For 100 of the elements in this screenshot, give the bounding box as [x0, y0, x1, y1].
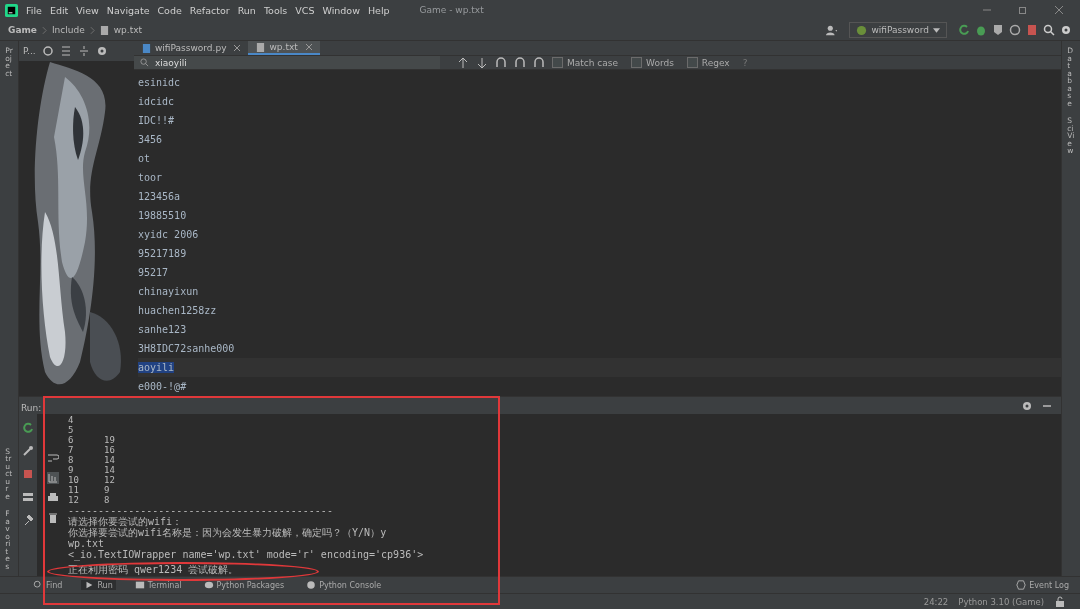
rerun-icon[interactable] — [22, 422, 34, 434]
stop-icon[interactable] — [22, 468, 34, 480]
menu-item[interactable]: Navigate — [106, 4, 150, 16]
code-line: chinayixun — [138, 286, 199, 297]
tool-window-button[interactable]: Terminal — [131, 580, 185, 590]
separator-line: -------------------------------------------- — [68, 505, 333, 516]
code-line: idcidc — [138, 96, 175, 107]
project-view-dropdown[interactable]: P... — [23, 46, 36, 56]
caret-position[interactable]: 24:22 — [923, 596, 949, 607]
pin-icon[interactable] — [22, 514, 34, 526]
output-cell-text: 9 — [68, 465, 75, 475]
app-logo-icon — [5, 3, 18, 17]
close-icon[interactable] — [234, 45, 241, 52]
expand-icon[interactable] — [59, 45, 72, 57]
code-line: 19885510 — [138, 210, 187, 221]
checkbox-label: Match case — [567, 57, 618, 68]
settings-icon[interactable] — [95, 45, 108, 57]
down-arrow-icon[interactable] — [476, 56, 488, 69]
menu-item[interactable]: Window — [322, 4, 360, 16]
wrap-icon[interactable] — [46, 452, 59, 464]
code-line: 3H8IDC72sanhe000 — [138, 343, 235, 354]
search-field[interactable]: xiaoyili — [134, 56, 440, 69]
menu-item[interactable]: View — [76, 4, 99, 16]
breadcrumb[interactable]: Include — [51, 25, 85, 35]
close-icon[interactable] — [1054, 5, 1064, 15]
rerun-icon[interactable] — [958, 24, 970, 36]
tool-window-button[interactable]: Python Packages — [200, 580, 288, 590]
file-tab[interactable]: wp.txt — [248, 41, 320, 56]
chevron-icon — [89, 25, 95, 35]
code-line: 3456 — [138, 134, 163, 145]
code-line: xyidc 2006 — [138, 229, 199, 240]
find-option-icon[interactable] — [533, 56, 545, 69]
settings-icon[interactable] — [1021, 399, 1033, 412]
console-line: wp.txt — [68, 538, 105, 549]
output-cell-text: 4 — [68, 415, 75, 425]
tool-window-button[interactable]: Run — [81, 580, 116, 590]
tool-window-icon — [203, 580, 214, 590]
output-cell-text: 16 — [104, 445, 116, 455]
window-title: Game - wp.txt — [419, 5, 484, 15]
search-icon — [140, 58, 149, 68]
tool-window-icon — [33, 580, 43, 590]
python-file-icon — [856, 24, 868, 36]
file-icon — [256, 41, 266, 53]
checkbox[interactable] — [686, 57, 698, 69]
code-line: IDC!!# — [138, 115, 175, 126]
wrench-icon[interactable] — [22, 445, 34, 457]
output-cell-text: 12 — [68, 495, 80, 505]
output-cell-text: 10 — [68, 475, 80, 485]
run-configuration-dropdown[interactable]: wifiPassword — [849, 22, 947, 38]
coverage-icon[interactable] — [992, 24, 1004, 36]
restore-icon[interactable] — [1018, 5, 1028, 15]
menu-item[interactable]: Code — [157, 4, 182, 16]
breadcrumb[interactable]: Game — [8, 25, 37, 35]
trash-icon[interactable] — [46, 512, 59, 524]
tool-window-icon — [306, 580, 317, 590]
checkbox[interactable] — [631, 57, 642, 69]
checkbox[interactable] — [552, 57, 563, 69]
print-icon[interactable] — [46, 492, 59, 504]
event-log-icon — [1016, 580, 1027, 590]
user-icon[interactable] — [826, 24, 839, 36]
stop-icon[interactable] — [1026, 24, 1038, 36]
lock-icon[interactable] — [1054, 595, 1066, 608]
scroll-end-icon[interactable] — [46, 472, 59, 484]
find-option-icon[interactable] — [514, 56, 526, 69]
code-line: toor — [138, 172, 163, 183]
output-cell-text: 8 — [104, 495, 111, 505]
collapse-icon[interactable] — [77, 45, 90, 57]
tool-window-button[interactable]: Python Console — [303, 580, 385, 590]
run-panel-label: Run: — [19, 401, 42, 413]
menu-item[interactable]: Run — [237, 4, 256, 16]
find-option-icon[interactable] — [495, 56, 507, 69]
menu-item[interactable]: Edit — [49, 4, 69, 16]
settings-icon[interactable] — [1060, 24, 1072, 36]
code-line: e000-!@# — [138, 381, 187, 392]
tool-window-button[interactable]: Find — [30, 580, 66, 590]
layout-icon[interactable] — [22, 491, 34, 503]
menu-item[interactable]: Help — [367, 4, 390, 16]
event-log-button[interactable]: Event Log — [1013, 580, 1072, 590]
menu-item[interactable]: VCS — [295, 4, 315, 16]
interpreter-status[interactable]: Python 3.10 (Game) — [958, 596, 1044, 607]
caret-icon — [933, 27, 940, 33]
output-cell-text: 19 — [104, 435, 116, 445]
console-line: 你选择要尝试的wifi名称是：因为会发生暴力破解，确定吗？（Y/N）y — [68, 527, 387, 538]
tool-window-icon — [134, 580, 145, 590]
console-line: 请选择你要尝试的wifi： — [68, 516, 183, 527]
file-tab[interactable]: wifiPassword.py — [134, 41, 249, 56]
close-icon[interactable] — [305, 44, 312, 51]
up-arrow-icon[interactable] — [457, 56, 469, 69]
code-line: 123456a — [138, 191, 181, 202]
console-line: <_io.TextIOWrapper name='wp.txt' mode='r' encoding='cp936'> — [68, 549, 424, 560]
code-line: ot — [138, 153, 151, 164]
search-icon[interactable] — [1043, 24, 1055, 36]
output-cell-text: 8 — [68, 455, 75, 465]
output-cell-text: 14 — [104, 455, 116, 465]
code-line: 95217 — [138, 267, 169, 278]
output-cell-text: 7 — [68, 445, 75, 455]
menu-item[interactable]: Refactor — [189, 4, 230, 16]
menu-item[interactable]: File — [26, 4, 42, 16]
menu-item[interactable]: Tools — [263, 4, 288, 16]
breadcrumb[interactable]: wp.txt — [113, 25, 143, 35]
